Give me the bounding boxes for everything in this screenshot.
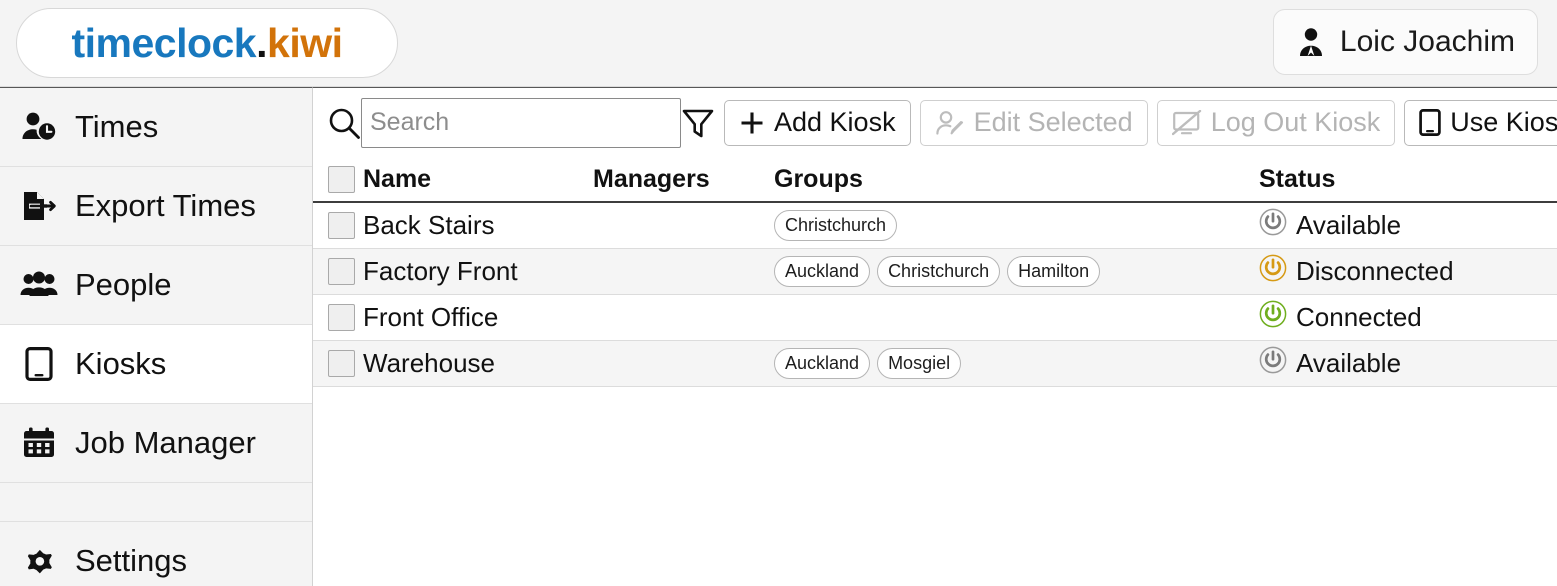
user-clock-icon <box>19 108 59 146</box>
cell-status: Connected <box>1259 300 1557 335</box>
screen-off-icon <box>1171 109 1202 136</box>
group-pill[interactable]: Auckland <box>774 348 871 379</box>
power-icon-disconnected <box>1259 254 1287 289</box>
column-header-groups[interactable]: Groups <box>774 165 1259 194</box>
log-out-kiosk-button[interactable]: Log Out Kiosk <box>1156 99 1396 146</box>
status-label: Available <box>1296 348 1402 378</box>
select-all-cell <box>319 165 363 193</box>
column-header-managers[interactable]: Managers <box>593 165 774 194</box>
cell-status: Available <box>1259 208 1557 243</box>
logo-text: timeclock.kiwi <box>71 19 343 67</box>
sidebar: Times Export Times People Kiosks Job Man… <box>0 87 313 586</box>
power-icon-connected <box>1259 300 1287 335</box>
calendar-icon <box>19 424 59 462</box>
app-root: timeclock.kiwi Loic Joachim Times Export… <box>0 0 1557 586</box>
sidebar-item-label: People <box>75 267 172 302</box>
sidebar-item-export-times[interactable]: Export Times <box>0 167 312 246</box>
cell-name: Back Stairs <box>363 210 495 240</box>
cell-groups: Christchurch <box>774 210 1259 241</box>
group-pill[interactable]: Christchurch <box>774 210 898 241</box>
toolbar: Add Kiosk Edit Selected <box>313 88 1557 157</box>
file-export-icon <box>19 187 59 225</box>
row-checkbox[interactable] <box>327 212 355 239</box>
sidebar-item-settings[interactable]: Settings <box>0 522 312 586</box>
table-header-row: Name Managers Groups Status <box>313 157 1557 203</box>
edit-selected-label: Edit Selected <box>973 107 1133 137</box>
sidebar-item-job-manager[interactable]: Job Manager <box>0 404 312 483</box>
row-select-cell <box>319 304 363 331</box>
sidebar-item-label: Times <box>75 109 159 144</box>
row-select-cell <box>319 350 363 377</box>
status-label: Available <box>1296 210 1402 240</box>
search-icon <box>327 106 361 140</box>
logo-suffix: kiwi <box>267 19 343 66</box>
group-pill[interactable]: Mosgiel <box>877 348 962 379</box>
power-icon-available <box>1259 346 1287 381</box>
sidebar-item-label: Export Times <box>75 188 256 223</box>
cell-name: Front Office <box>363 302 499 332</box>
search-input[interactable] <box>361 97 681 148</box>
log-out-kiosk-label: Log Out Kiosk <box>1210 107 1381 137</box>
column-header-status[interactable]: Status <box>1259 165 1557 194</box>
select-all-checkbox[interactable] <box>327 165 355 193</box>
cell-name: Warehouse <box>363 348 495 378</box>
sidebar-item-times[interactable]: Times <box>0 88 312 167</box>
status-label: Disconnected <box>1296 256 1454 286</box>
main-panel: Add Kiosk Edit Selected <box>313 87 1557 586</box>
use-kiosk-button[interactable]: Use Kiosk <box>1404 99 1557 146</box>
power-icon-available <box>1259 208 1287 243</box>
app-header: timeclock.kiwi Loic Joachim <box>0 0 1557 87</box>
group-pill[interactable]: Christchurch <box>877 256 1001 287</box>
table-row[interactable]: Back Stairs Christchurch Available <box>313 203 1557 249</box>
group-pill[interactable]: Hamilton <box>1007 256 1101 287</box>
gear-icon <box>19 542 59 580</box>
filter-funnel-icon[interactable] <box>681 98 715 148</box>
use-kiosk-label: Use Kiosk <box>1450 107 1557 137</box>
app-body: Times Export Times People Kiosks Job Man… <box>0 87 1557 586</box>
cell-groups: Auckland Christchurch Hamilton <box>774 256 1259 287</box>
user-name-label: Loic Joachim <box>1339 25 1515 58</box>
user-tie-icon <box>1294 25 1328 59</box>
tablet-icon <box>19 345 59 383</box>
row-checkbox[interactable] <box>327 304 355 331</box>
logo-dot: . <box>256 19 268 66</box>
tablet-icon <box>1419 109 1442 136</box>
cell-status: Disconnected <box>1259 254 1557 289</box>
add-kiosk-label: Add Kiosk <box>774 107 896 137</box>
table-row[interactable]: Warehouse Auckland Mosgiel Available <box>313 341 1557 387</box>
users-icon <box>19 266 59 304</box>
cell-name: Factory Front <box>363 256 518 286</box>
row-select-cell <box>319 258 363 285</box>
user-edit-icon <box>935 110 965 136</box>
sidebar-item-kiosks[interactable]: Kiosks <box>0 325 312 404</box>
row-select-cell <box>319 212 363 239</box>
status-label: Connected <box>1296 302 1422 332</box>
logo-primary: timeclock <box>71 19 257 66</box>
sidebar-item-people[interactable]: People <box>0 246 312 325</box>
sidebar-item-label: Job Manager <box>75 425 256 460</box>
cell-groups: Auckland Mosgiel <box>774 348 1259 379</box>
kiosks-table: Name Managers Groups Status Back Stairs … <box>313 157 1557 387</box>
edit-selected-button[interactable]: Edit Selected <box>919 99 1148 146</box>
column-header-name[interactable]: Name <box>363 165 593 194</box>
user-menu-button[interactable]: Loic Joachim <box>1272 9 1538 75</box>
sidebar-item-label: Kiosks <box>75 346 167 381</box>
sidebar-spacer <box>0 483 312 522</box>
row-checkbox[interactable] <box>327 258 355 285</box>
table-row[interactable]: Front Office Connected <box>313 295 1557 341</box>
plus-icon <box>739 110 765 136</box>
app-logo[interactable]: timeclock.kiwi <box>16 8 398 78</box>
row-checkbox[interactable] <box>327 350 355 377</box>
sidebar-item-label: Settings <box>75 543 188 578</box>
group-pill[interactable]: Auckland <box>774 256 871 287</box>
table-row[interactable]: Factory Front Auckland Christchurch Hami… <box>313 249 1557 295</box>
cell-status: Available <box>1259 346 1557 381</box>
add-kiosk-button[interactable]: Add Kiosk <box>724 99 911 146</box>
